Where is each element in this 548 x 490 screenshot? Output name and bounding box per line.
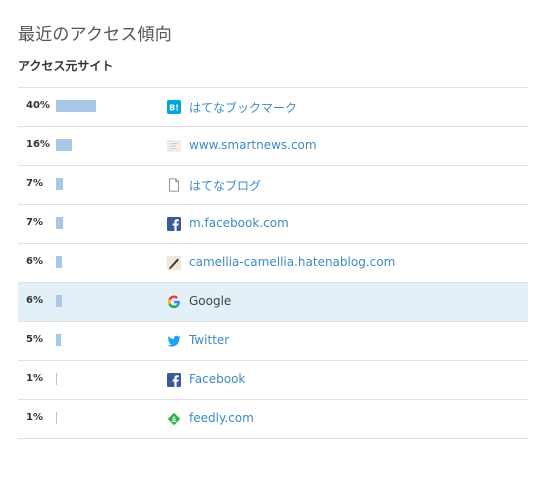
referrer-bar-track — [56, 373, 156, 385]
referrer-share-bar — [56, 178, 63, 190]
referrer-share-bar — [56, 334, 61, 346]
referrer-section-title: アクセス元サイト — [18, 59, 114, 73]
referrer-percent: 40% — [26, 100, 50, 111]
twitter-icon — [167, 334, 181, 348]
referrer-site-link[interactable]: camellia-camellia.hatenablog.com — [189, 255, 395, 269]
referrer-site-link[interactable]: Twitter — [189, 333, 229, 347]
referrer-site-link[interactable]: Google — [189, 294, 231, 308]
referrer-bar-track — [56, 412, 156, 424]
referrer-bar-track — [56, 217, 156, 229]
referrer-percent: 6% — [26, 295, 43, 306]
referrer-percent: 7% — [26, 178, 43, 189]
referrer-percent: 1% — [26, 373, 43, 384]
referrer-site-link[interactable]: はてなブログ — [189, 177, 261, 194]
referrer-bar-track — [56, 334, 156, 346]
referrer-share-bar — [56, 139, 72, 151]
referrer-percent: 16% — [26, 139, 50, 150]
referrer-row: 5% Twitter — [18, 322, 528, 361]
referrer-percent: 6% — [26, 256, 43, 267]
referrer-row: 7% はてなブログ — [18, 166, 528, 205]
document-icon — [167, 178, 181, 192]
referrer-share-bar — [56, 373, 57, 385]
referrer-row: 7% m.facebook.com — [18, 205, 528, 244]
referrer-row: 40% B! はてなブックマーク — [18, 88, 528, 127]
referrer-site-link[interactable]: www.smartnews.com — [189, 138, 317, 152]
referrer-percent: 7% — [26, 217, 43, 228]
google-icon — [167, 295, 181, 309]
referrer-share-bar — [56, 412, 57, 424]
feedly-icon — [167, 412, 181, 426]
facebook-icon — [167, 373, 181, 387]
blog-favicon-icon — [167, 256, 181, 270]
referrer-bar-track — [56, 139, 156, 151]
referrer-share-bar — [56, 100, 96, 112]
referrer-site-link[interactable]: feedly.com — [189, 411, 254, 425]
referrer-bar-track — [56, 256, 156, 268]
referrer-share-bar — [56, 256, 62, 268]
svg-text:B!: B! — [169, 104, 179, 113]
hatena-bookmark-icon: B! — [167, 100, 181, 114]
referrer-site-link[interactable]: はてなブックマーク — [189, 99, 297, 116]
facebook-icon — [167, 217, 181, 231]
referrer-row: 16% www.smartnews.com — [18, 127, 528, 166]
referrer-bar-track — [56, 100, 156, 112]
referrer-row: 1% Facebook — [18, 361, 528, 400]
referrer-bar-track — [56, 178, 156, 190]
referrer-share-bar — [56, 295, 62, 307]
referrer-percent: 1% — [26, 412, 43, 423]
referrer-bar-track — [56, 295, 156, 307]
page-title: 最近のアクセス傾向 — [18, 25, 172, 45]
referrer-list: 40% B! はてなブックマーク 16% www.smartnews.com 7% はてなブ… — [18, 87, 528, 439]
referrer-site-link[interactable]: m.facebook.com — [189, 216, 289, 230]
referrer-row: 6% camellia-camellia.hatenablog.com — [18, 244, 528, 283]
smartnews-icon — [167, 139, 181, 153]
referrer-row: 6% Google — [18, 283, 528, 322]
referrer-row: 1% feedly.com — [18, 400, 528, 439]
referrer-site-link[interactable]: Facebook — [189, 372, 245, 386]
referrer-share-bar — [56, 217, 63, 229]
referrer-percent: 5% — [26, 334, 43, 345]
